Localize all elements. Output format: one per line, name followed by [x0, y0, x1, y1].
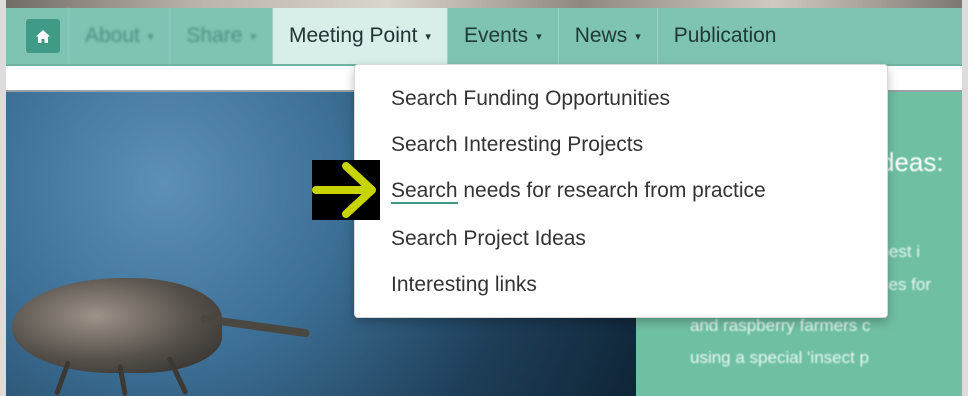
meeting-point-dropdown: Search Funding Opportunities Search Inte… — [354, 64, 888, 318]
dropdown-item-funding[interactable]: Search Funding Opportunities — [391, 87, 670, 111]
nav-share[interactable]: Share ▾ — [169, 8, 272, 64]
dropdown-item-links[interactable]: Interesting links — [391, 273, 537, 297]
nav-events-label: Events — [463, 24, 529, 47]
caret-down-icon: ▾ — [425, 30, 431, 43]
panel-title: deas: — [880, 147, 944, 177]
dropdown-item-label: Search Funding Opportunities — [391, 87, 670, 110]
arrow-right-icon — [312, 162, 376, 218]
caret-down-icon: ▾ — [250, 30, 256, 43]
weevil-image — [12, 278, 222, 373]
nav-meeting-point-label: Meeting Point — [289, 24, 418, 47]
dropdown-item-project-ideas[interactable]: Search Project Ideas — [391, 227, 586, 251]
caret-down-icon: ▾ — [536, 30, 542, 43]
dropdown-item-label: Interesting links — [391, 273, 537, 296]
nav-share-label: Share — [186, 24, 243, 47]
nav-meeting-point[interactable]: Meeting Point ▾ — [272, 8, 447, 64]
caret-down-icon: ▾ — [635, 30, 641, 43]
home-icon — [36, 29, 50, 43]
frame-right — [962, 0, 968, 396]
nav-about-label: About — [85, 24, 140, 47]
pointer-callout — [312, 160, 380, 220]
nav-news-label: News — [574, 24, 628, 47]
panel-text-line: and raspberry farmers c — [690, 316, 871, 335]
panel-text-line: using a special 'insect p — [690, 348, 870, 367]
dropdown-item-label: Search Interesting Projects — [391, 133, 644, 156]
dropdown-item-label-highlight: Search — [391, 179, 458, 204]
nav-publications[interactable]: Publication — [656, 8, 793, 64]
nav-publications-label: Publication — [673, 24, 777, 47]
home-button[interactable] — [26, 19, 60, 53]
dropdown-item-label-rest: needs for research from practice — [457, 179, 766, 202]
nav-news[interactable]: News ▾ — [557, 8, 657, 64]
main-navbar: About ▾ Share ▾ Meeting Point ▾ Events ▾… — [6, 8, 962, 66]
dropdown-item-projects[interactable]: Search Interesting Projects — [391, 133, 643, 157]
dropdown-item-research-needs[interactable]: Search needs for research from practice — [391, 179, 766, 204]
dropdown-item-label: Search Project Ideas — [391, 227, 586, 250]
nav-about[interactable]: About ▾ — [68, 8, 169, 64]
caret-down-icon: ▾ — [147, 30, 154, 43]
nav-events[interactable]: Events ▾ — [446, 8, 558, 64]
